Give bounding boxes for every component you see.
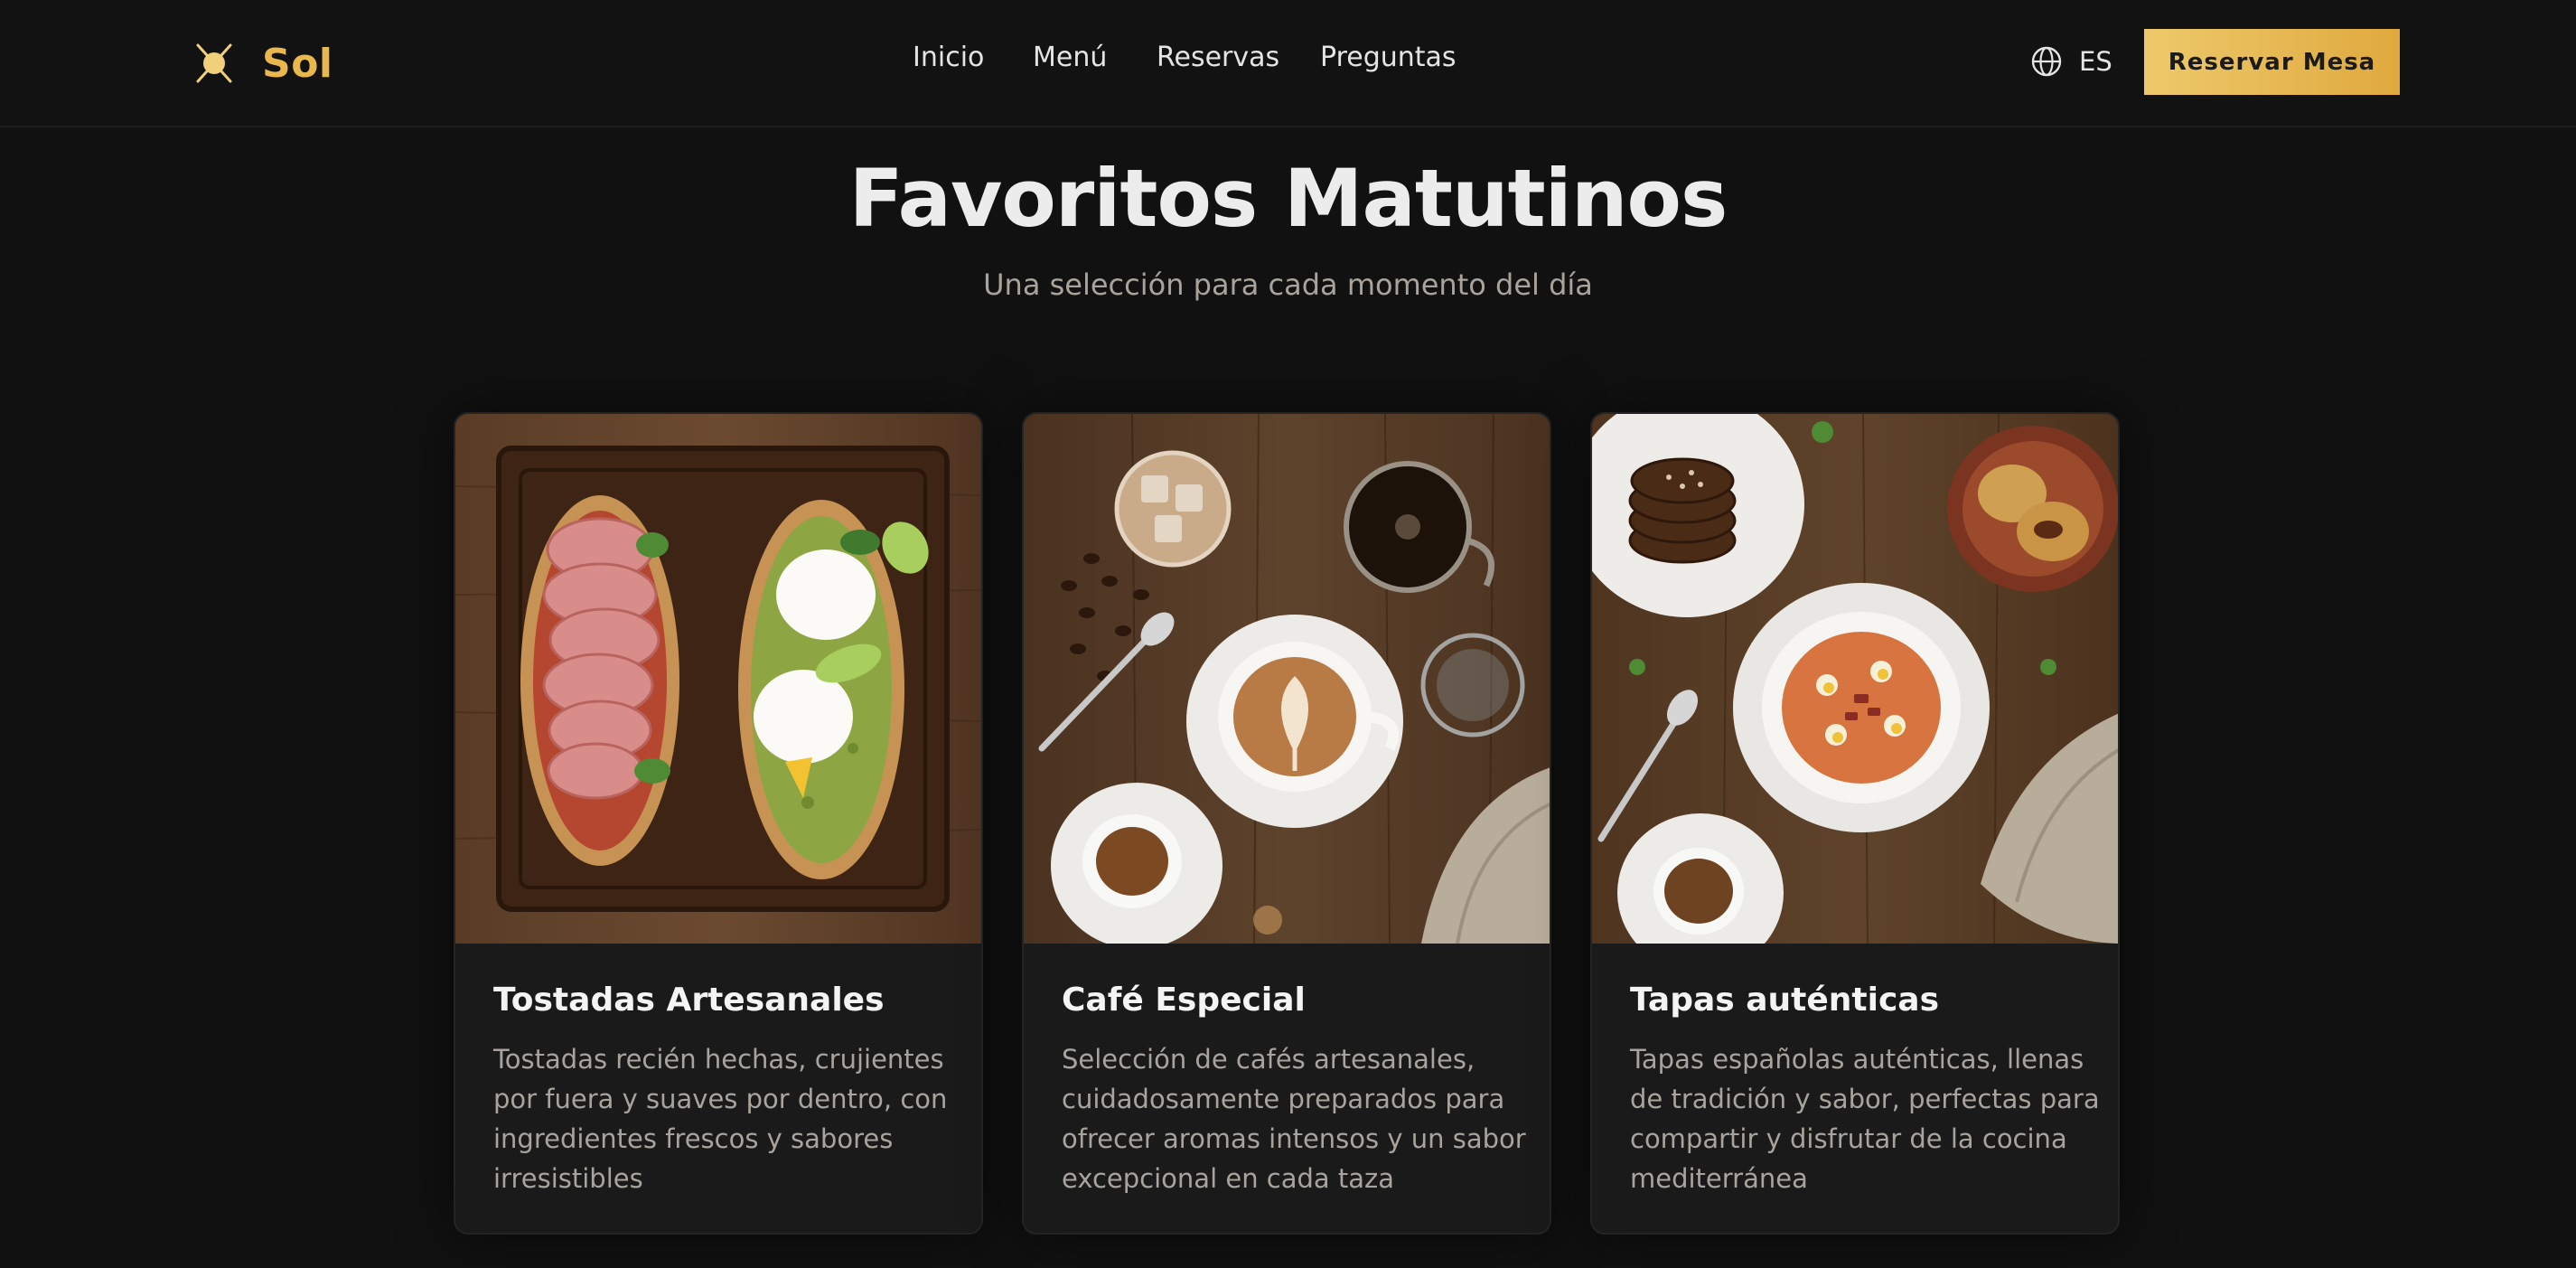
reserve-table-button[interactable]: Reservar Mesa: [2144, 29, 2400, 95]
nav-reservas[interactable]: Reservas: [1157, 42, 1279, 73]
card-title: Tostadas Artesanales: [493, 982, 885, 1019]
card-description: Tostadas recién hechas, crujientes por f…: [493, 1044, 948, 1194]
nav-inicio[interactable]: Inicio: [913, 42, 984, 73]
brand-logo[interactable]: Sol: [192, 36, 333, 90]
card-description: Tapas españolas auténticas, llenas de tr…: [1630, 1044, 2100, 1194]
card-description: Selección de cafés artesanales, cuidados…: [1062, 1044, 1526, 1194]
card-title: Café Especial: [1062, 982, 1306, 1019]
globe-icon: [2031, 46, 2062, 77]
section-subtitle: Una selección para cada momento del día: [983, 268, 1593, 302]
card-title: Tapas auténticas: [1630, 982, 1940, 1019]
menu-card-tapas[interactable]: Tapas auténticas Tapas españolas auténti…: [1590, 412, 2120, 1235]
section-title: Favoritos Matutinos: [848, 152, 1728, 245]
menu-card-tostadas[interactable]: Tostadas Artesanales Tostadas recién hec…: [454, 412, 983, 1235]
nav-menu[interactable]: Menú: [1033, 42, 1107, 73]
tapas-spread-image: [1592, 414, 2118, 944]
coffee-cups-image: [1024, 414, 1550, 944]
site-header: Sol Inicio Menú Reservas Preguntas ES Re…: [0, 0, 2576, 127]
language-code: ES: [2079, 46, 2112, 77]
menu-card-cafe[interactable]: Café Especial Selección de cafés artesan…: [1022, 412, 1551, 1235]
language-selector[interactable]: ES: [2030, 43, 2112, 80]
nav-preguntas[interactable]: Preguntas: [1320, 42, 1457, 73]
toast-board-image: [455, 414, 981, 944]
sun-logo-icon: [196, 43, 232, 83]
brand-name: Sol: [262, 40, 333, 87]
